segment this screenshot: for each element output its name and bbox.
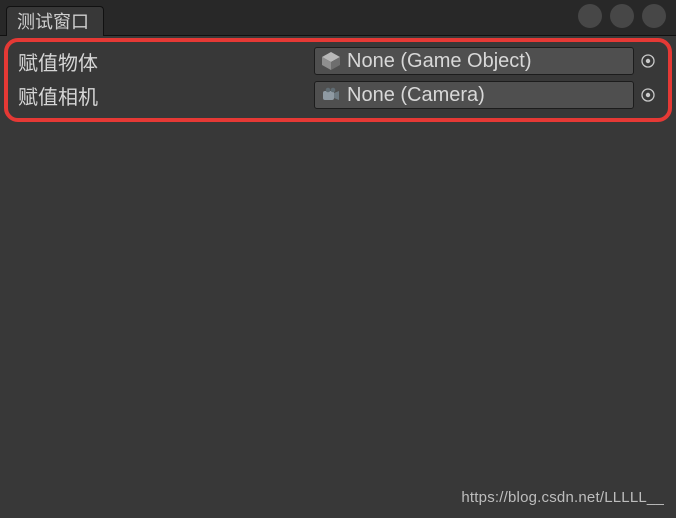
camera-icon — [321, 85, 341, 105]
object-field-gameobject[interactable]: None (Game Object) — [314, 47, 634, 75]
object-picker-button[interactable] — [641, 54, 655, 68]
property-row: 赋值相机 None (Camera) — [10, 78, 666, 112]
traffic-button-2[interactable] — [610, 4, 634, 28]
watermark-text: https://blog.csdn.net/LLLLL__ — [461, 489, 664, 506]
tabstrip-toolbar — [570, 4, 666, 28]
annotation-highlight: 赋值物体 None (Game Object) 赋值相机 — [4, 38, 672, 122]
property-label: 赋值物体 — [14, 47, 314, 76]
property-label: 赋值相机 — [14, 81, 314, 110]
object-field-value: None (Game Object) — [347, 50, 532, 73]
object-field-value: None (Camera) — [347, 84, 485, 107]
window-tab[interactable]: 测试窗口 — [6, 6, 104, 36]
traffic-button-1[interactable] — [578, 4, 602, 28]
property-row: 赋值物体 None (Game Object) — [10, 44, 666, 78]
traffic-button-3[interactable] — [642, 4, 666, 28]
object-field-camera[interactable]: None (Camera) — [314, 81, 634, 109]
cube-icon — [321, 51, 341, 71]
object-picker-button[interactable] — [641, 88, 655, 102]
editor-tabstrip: 测试窗口 — [0, 0, 676, 36]
window-tab-label: 测试窗口 — [17, 12, 89, 32]
